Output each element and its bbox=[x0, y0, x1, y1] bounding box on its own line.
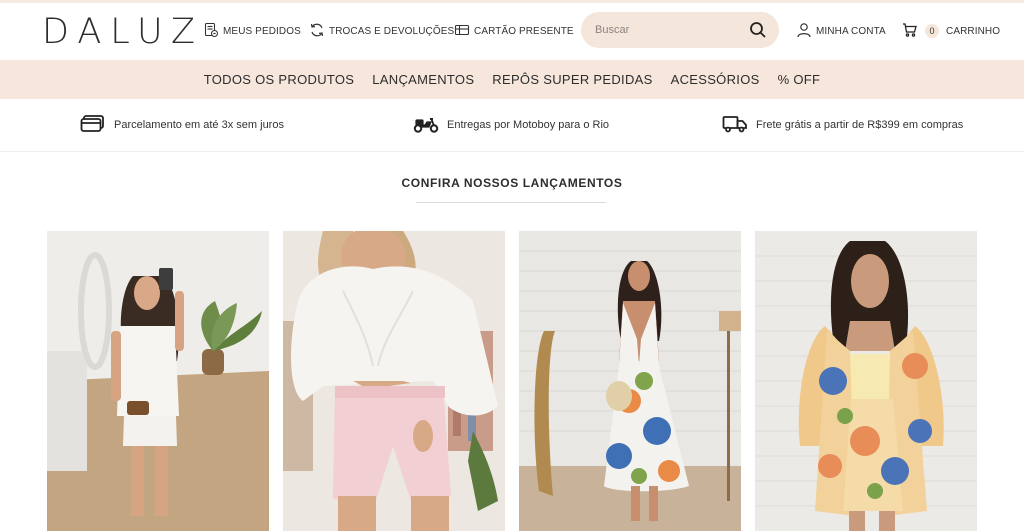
product-card-2[interactable] bbox=[283, 231, 505, 531]
gift-card-link[interactable]: CARTÃO PRESENTE bbox=[454, 20, 574, 42]
nav-item-repos-super-pedidas[interactable]: REPÔS SUPER PEDIDAS bbox=[492, 72, 652, 87]
user-icon bbox=[796, 22, 812, 41]
benefit-installments-text: Parcelamento em até 3x sem juros bbox=[114, 119, 284, 131]
exchanges-returns-label: TROCAS E DEVOLUÇÕES bbox=[329, 25, 455, 37]
benefit-free-shipping-text: Frete grátis a partir de R$399 em compra… bbox=[756, 119, 964, 131]
cart-count-badge: 0 bbox=[925, 24, 939, 38]
product-image-3 bbox=[519, 231, 741, 531]
main-nav: TODOS OS PRODUTOS LANÇAMENTOS REPÔS SUPE… bbox=[0, 60, 1024, 99]
benefit-free-shipping: Frete grátis a partir de R$399 em compra… bbox=[722, 115, 963, 135]
benefit-motoboy-text: Entregas por Motoboy para o Rio bbox=[447, 119, 610, 131]
nav-item-todos-os-produtos[interactable]: TODOS OS PRODUTOS bbox=[204, 72, 355, 87]
nav-item-lancamentos[interactable]: LANÇAMENTOS bbox=[372, 72, 474, 87]
orders-icon bbox=[203, 22, 219, 41]
site-header: DALUZ MEUS PEDIDOS TROCAS E DEVOLUÇÕES C… bbox=[0, 3, 1024, 60]
product-image-1 bbox=[47, 231, 269, 531]
my-orders-label: MEUS PEDIDOS bbox=[223, 25, 301, 37]
search-bar bbox=[581, 12, 779, 48]
motorcycle-icon bbox=[413, 114, 439, 137]
product-card-3[interactable] bbox=[519, 231, 741, 531]
cart-icon bbox=[902, 22, 918, 41]
my-account-link[interactable]: MINHA CONTA bbox=[796, 20, 886, 42]
product-card-4[interactable] bbox=[755, 231, 977, 531]
search-input[interactable] bbox=[595, 12, 745, 48]
gift-card-icon bbox=[454, 22, 470, 41]
product-card-1[interactable] bbox=[47, 231, 269, 531]
search-icon[interactable] bbox=[749, 21, 767, 39]
nav-item-off[interactable]: % OFF bbox=[778, 72, 821, 87]
benefit-motoboy: Entregas por Motoboy para o Rio bbox=[413, 115, 609, 135]
gift-card-label: CARTÃO PRESENTE bbox=[474, 25, 574, 37]
cart-link[interactable]: 0 CARRINHO bbox=[902, 20, 1000, 42]
my-account-label: MINHA CONTA bbox=[816, 25, 886, 37]
logo-text: DALUZ bbox=[42, 12, 205, 52]
benefit-installments: Parcelamento em até 3x sem juros bbox=[80, 114, 284, 137]
product-image-2 bbox=[283, 231, 505, 531]
logo[interactable]: DALUZ bbox=[42, 12, 205, 52]
cart-label: CARRINHO bbox=[946, 25, 1001, 37]
exchanges-returns-link[interactable]: TROCAS E DEVOLUÇÕES bbox=[309, 20, 454, 42]
truck-icon bbox=[722, 114, 748, 137]
my-orders-link[interactable]: MEUS PEDIDOS bbox=[203, 20, 301, 42]
credit-card-icon bbox=[80, 114, 106, 137]
benefits-bar: Parcelamento em até 3x sem juros Entrega… bbox=[0, 99, 1024, 152]
nav-item-acessorios[interactable]: ACESSÓRIOS bbox=[671, 72, 760, 87]
refresh-icon bbox=[309, 22, 325, 41]
section-title: CONFIRA NOSSOS LANÇAMENTOS bbox=[401, 176, 623, 190]
section-divider bbox=[416, 202, 606, 203]
product-image-4 bbox=[755, 231, 977, 531]
